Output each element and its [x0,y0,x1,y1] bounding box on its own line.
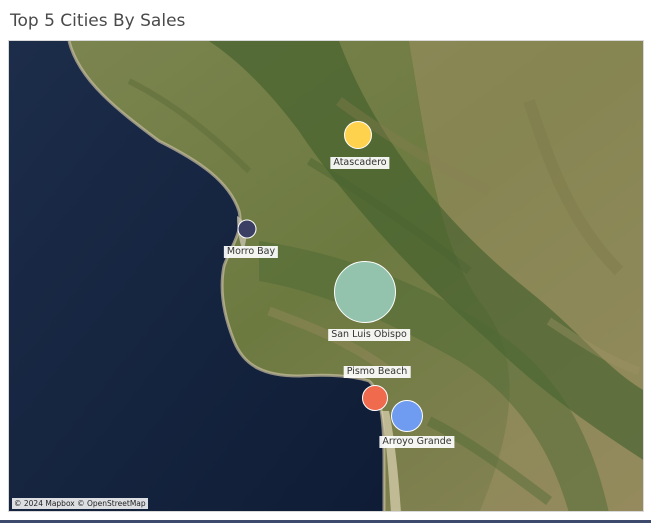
chart-title: Top 5 Cities By Sales [10,11,186,31]
city-marker-atascadero[interactable] [344,121,372,149]
city-label-morro-bay: Morro Bay [223,246,279,258]
city-label-atascadero: Atascadero [330,157,390,169]
map-view[interactable]: Atascadero Morro Bay San Luis Obispo Pis… [8,40,644,512]
city-marker-arroyo-grande[interactable] [391,400,423,432]
city-label-pismo-beach: Pismo Beach [343,366,411,378]
city-label-san-luis-obispo: San Luis Obispo [328,329,410,341]
satellite-basemap [9,41,643,511]
city-marker-san-luis-obispo[interactable] [334,261,396,323]
city-marker-pismo-beach[interactable] [362,385,388,411]
city-label-arroyo-grande: Arroyo Grande [379,436,455,448]
map-attribution[interactable]: © 2024 Mapbox © OpenStreetMap [12,498,148,509]
city-marker-morro-bay[interactable] [237,219,257,239]
